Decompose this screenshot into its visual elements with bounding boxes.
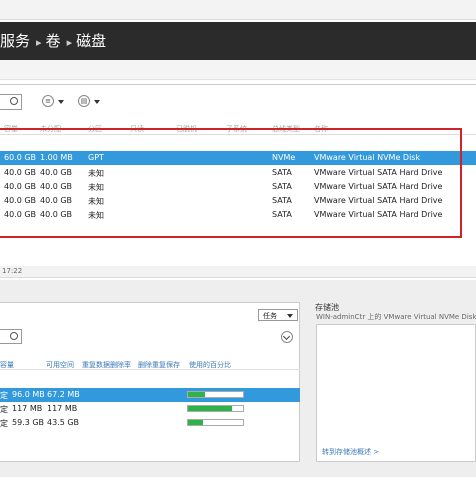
volumes-panel [0,302,300,462]
storage-pool-description: WIN-adminCtr 上的 VMware Virtual NVMe Disk [316,313,476,321]
subheader-bar [0,60,476,80]
usage-bar [187,405,244,412]
col-vol-capacity[interactable]: 容量 [0,360,14,370]
col-vol-free[interactable]: 可用空间 [46,360,74,370]
save-options-button[interactable]: ▤ [76,94,102,110]
volume-capacity: 117 MB [12,404,43,413]
col-dedup-rate[interactable]: 重复数据删除率 [82,360,131,370]
volume-row[interactable]: 定 96.0 MB 67.2 MB [0,388,300,402]
list-view-icon: ≡ [42,95,54,107]
volume-capacity: 96.0 MB [12,390,45,399]
top-strip [0,0,476,20]
search-icon [10,97,18,105]
volume-search-input[interactable] [0,329,22,344]
usage-bar-fill [188,392,205,397]
disk-search-input[interactable] [0,94,22,110]
volume-prefix: 定 [0,405,8,414]
col-dedup-saved[interactable]: 删除重复保存 [138,360,180,370]
storage-pool-overview-link[interactable]: 转到存储池概述 > [322,447,379,457]
col-percent-used[interactable]: 使用的百分比 [189,360,231,370]
status-text: 17:22 [2,267,23,275]
volume-row[interactable]: 定 117 MB 117 MB [0,402,300,416]
disk-status-bar: 17:22 [0,266,476,278]
breadcrumb-arrow-icon: ▸ [66,36,73,49]
usage-bar-fill [188,420,203,425]
save-icon: ▤ [78,95,90,107]
dropdown-arrow-icon [94,100,100,104]
tasks-dropdown[interactable]: 任务 [258,309,298,321]
search-icon [10,332,18,340]
dropdown-arrow-icon [287,314,293,318]
highlight-box [0,128,462,238]
volume-table-header: 容量 可用空间 重复数据删除率 删除重复保存 使用的百分比 [0,358,300,370]
volume-row[interactable]: 定 59.3 GB 43.5 GB [0,416,300,430]
usage-bar-fill [188,406,232,411]
chevron-down-icon [282,332,291,341]
breadcrumb: 服务 ▸ 卷 ▸ 磁盘 [0,30,110,51]
volume-prefix: 定 [0,391,8,400]
usage-bar [187,391,244,398]
breadcrumb-volumes[interactable]: 卷 [46,32,61,50]
breadcrumb-disks: 磁盘 [76,32,107,50]
breadcrumb-arrow-icon: ▸ [36,36,42,49]
volume-capacity: 59.3 GB [12,418,45,427]
volume-prefix: 定 [0,419,8,428]
storage-pool-panel: 存储池 WIN-adminCtr 上的 VMware Virtual NVMe … [310,302,476,462]
volume-free: 117 MB [47,404,78,413]
volume-free: 43.5 GB [47,418,80,427]
storage-pool-box [316,324,476,462]
tasks-label: 任务 [263,312,277,320]
volume-free: 67.2 MB [47,390,80,399]
usage-bar [187,419,244,426]
dropdown-arrow-icon [58,100,64,104]
view-options-button[interactable]: ≡ [40,94,66,110]
breadcrumb-services[interactable]: 服务 [0,32,30,50]
collapse-button[interactable] [281,331,293,343]
page-header: 服务 ▸ 卷 ▸ 磁盘 [0,22,476,60]
